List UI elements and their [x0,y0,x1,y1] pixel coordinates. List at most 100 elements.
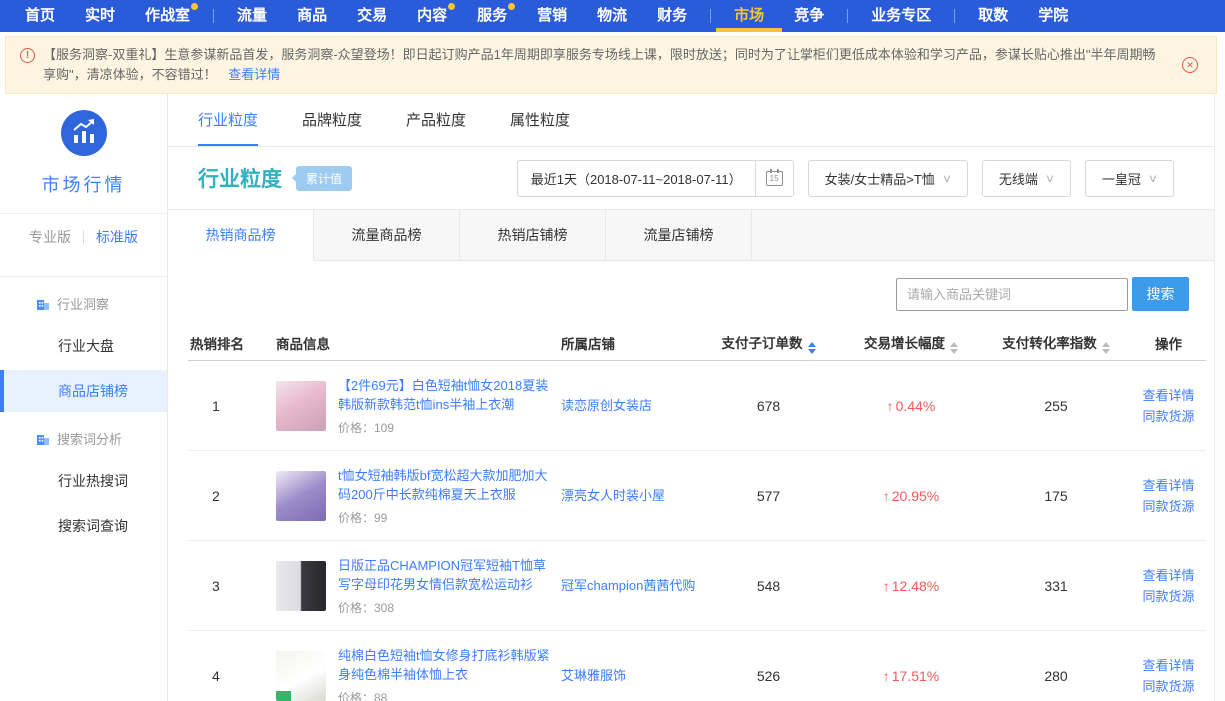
nav-item-academy[interactable]: 学院 [1038,0,1068,32]
chevron-down-icon: ∨ [1148,172,1158,185]
same-supply-link[interactable]: 同款货源 [1131,586,1206,607]
nav-item-competition[interactable]: 竞争 [794,0,824,32]
building-icon [36,297,50,311]
sidebar-item-search-word-query[interactable]: 搜索词查询 [0,505,167,547]
same-supply-link[interactable]: 同款货源 [1131,406,1206,427]
close-icon[interactable]: ✕ [1182,57,1198,73]
product-price: 价格：109 [338,419,551,436]
tab-attribute-granularity[interactable]: 属性粒度 [510,94,570,146]
terminal-select[interactable]: 无线端 ∨ [982,160,1071,197]
nav-item-war-room[interactable]: 作战室 [145,0,190,32]
category-select[interactable]: 女装/女士精品>T恤 ∨ [808,160,968,197]
nav-item-content[interactable]: 内容 [417,0,447,32]
main-content: 行业粒度 品牌粒度 产品粒度 属性粒度 行业粒度 累计值 最近1天（2018-0… [168,94,1214,701]
chevron-down-icon: ∨ [942,172,952,185]
view-detail-link[interactable]: 查看详情 [1131,565,1206,586]
product-title-link[interactable]: 纯棉白色短袖t恤女修身打底衫韩版紧身纯色棉半袖体恤上衣 [338,646,551,684]
product-image[interactable] [276,381,326,431]
sort-icon[interactable] [950,342,958,354]
header-product-info: 商品信息 [276,333,561,353]
arrow-up-icon: ↑ [883,668,890,684]
search-button[interactable]: 搜索 [1132,277,1189,311]
version-tab-standard[interactable]: 标准版 [84,227,150,247]
nav-divider [954,9,955,23]
version-tab-pro[interactable]: 专业版 [17,227,83,247]
sidebar-item-industry-overview[interactable]: 行业大盘 [0,325,167,367]
tab-traffic-shops[interactable]: 流量店铺榜 [606,210,752,261]
product-image[interactable] [276,471,326,521]
view-detail-link[interactable]: 查看详情 [1131,655,1206,676]
view-detail-link[interactable]: 查看详情 [1131,475,1206,496]
table-body: 1 【2件69元】白色短袖t恤女2018夏装韩版新款韩范t恤ins半袖上衣潮 价… [188,361,1206,701]
product-price: 价格：99 [338,509,551,526]
nav-divider [213,9,214,23]
header-shop: 所属店铺 [561,333,696,353]
granularity-tabs: 行业粒度 品牌粒度 产品粒度 属性粒度 [168,94,1214,147]
shop-link[interactable]: 艾琳雅服饰 [561,666,626,685]
growth-value: ↑0.44% [841,398,981,414]
growth-value: ↑17.51% [841,668,981,684]
notification-dot-icon [448,3,455,10]
conversion-index-value: 331 [981,578,1131,594]
sidebar-item-product-shop-rank[interactable]: 商品店铺榜 [0,370,167,412]
product-title-link[interactable]: 【2件69元】白色短袖t恤女2018夏装韩版新款韩范t恤ins半袖上衣潮 [338,376,551,414]
sort-icon[interactable] [1102,342,1110,354]
tab-hot-shops[interactable]: 热销店铺榜 [460,210,606,261]
tab-product-granularity[interactable]: 产品粒度 [406,94,466,146]
nav-item-services[interactable]: 服务 [477,0,507,32]
nav-item-traffic[interactable]: 流量 [237,0,267,32]
sort-icon[interactable] [808,342,816,354]
view-detail-link[interactable]: 查看详情 [1131,385,1206,406]
paid-orders-value: 577 [696,488,841,504]
product-title-link[interactable]: t恤女短袖韩版bf宽松超大款加肥加大码200斤中长款纯棉夏天上衣服 [338,466,551,504]
banner-detail-link[interactable]: 查看详情 [228,67,280,82]
table-row: 3 日版正品CHAMPION冠军短袖T恤草写字母印花男女情侣款宽松运动衫 价格：… [188,541,1206,631]
nav-item-marketing[interactable]: 营销 [537,0,567,32]
nav-item-realtime[interactable]: 实时 [85,0,115,32]
nav-item-finance[interactable]: 财务 [657,0,687,32]
scrollbar[interactable] [1214,94,1225,701]
nav-item-data-fetch[interactable]: 取数 [978,0,1008,32]
same-supply-link[interactable]: 同款货源 [1131,676,1206,697]
nav-item-home[interactable]: 首页 [25,0,55,32]
sidebar-brand: 市场行情 [0,110,167,197]
shop-level-select[interactable]: 一皇冠 ∨ [1085,160,1174,197]
product-image[interactable] [276,561,326,611]
shop-link[interactable]: 读恋原创女装店 [561,396,652,415]
notification-dot-icon [508,3,515,10]
same-supply-link[interactable]: 同款货源 [1131,496,1206,517]
tab-industry-granularity[interactable]: 行业粒度 [198,94,258,146]
conversion-index-value: 255 [981,398,1131,414]
banner-text: 【服务洞察-双重礼】生意参谋新品首发，服务洞察-众望登场！即日起订购产品1年周期… [43,47,1156,82]
filter-bar: 最近1天（2018-07-11~2018-07-11） 15 女装/女士精品>T… [517,160,1174,197]
sidebar-item-hot-search-words[interactable]: 行业热搜词 [0,460,167,502]
header-growth[interactable]: 交易增长幅度 [841,332,981,354]
tab-traffic-products[interactable]: 流量商品榜 [314,210,460,261]
nav-item-logistics[interactable]: 物流 [597,0,627,32]
sidebar: 市场行情 专业版 标准版 行业洞察 行业大盘 商品店铺榜 [0,94,168,701]
tab-hot-products[interactable]: 热销商品榜 [168,210,314,261]
shop-link[interactable]: 冠军champion茜茜代购 [561,576,695,595]
notice-banner: ! 【服务洞察-双重礼】生意参谋新品首发，服务洞察-众望登场！即日起订购产品1年… [5,36,1217,94]
product-image[interactable] [276,651,326,701]
rank-value: 4 [188,668,276,684]
header-conversion-index[interactable]: 支付转化率指数 [981,332,1131,354]
cumulative-value-badge: 累计值 [296,166,352,191]
date-range-select[interactable]: 最近1天（2018-07-11~2018-07-11） 15 [517,160,794,197]
nav-item-business-zone[interactable]: 业务专区 [871,0,931,32]
nav-item-market[interactable]: 市场 [734,0,764,32]
shop-link[interactable]: 漂亮女人时装小屋 [561,486,665,505]
nav-item-transactions[interactable]: 交易 [357,0,387,32]
paid-orders-value: 678 [696,398,841,414]
calendar-button[interactable]: 15 [755,161,793,196]
paid-orders-value: 548 [696,578,841,594]
product-title-link[interactable]: 日版正品CHAMPION冠军短袖T恤草写字母印花男女情侣款宽松运动衫 [338,556,551,594]
tab-brand-granularity[interactable]: 品牌粒度 [302,94,362,146]
nav-item-products[interactable]: 商品 [297,0,327,32]
header-paid-orders[interactable]: 支付子订单数 [696,332,841,354]
list-tabs: 热销商品榜 流量商品榜 热销店铺榜 流量店铺榜 [168,209,1214,261]
search-input[interactable] [896,278,1128,311]
top-nav: 首页 实时 作战室 流量 商品 交易 内容 服务 营销 物流 财务 市场 竞争 … [0,0,1225,32]
nav-divider [710,9,711,23]
conversion-index-value: 175 [981,488,1131,504]
